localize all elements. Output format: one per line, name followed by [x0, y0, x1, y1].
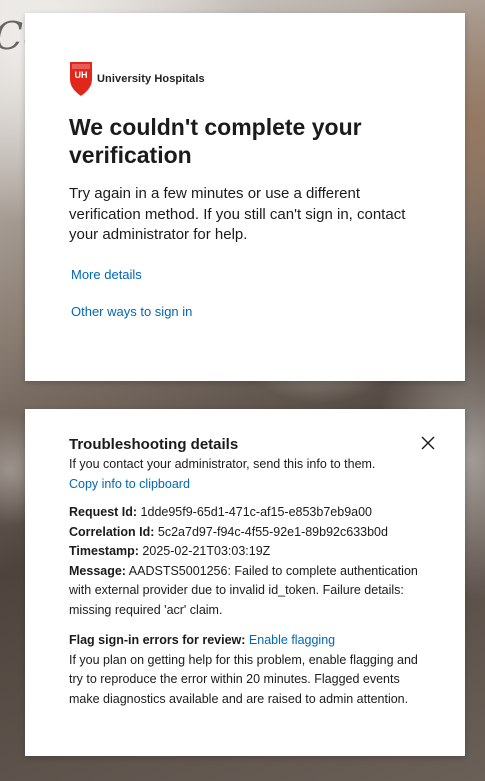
- correlation-id-value: 5c2a7d97-f94c-4f55-92e1-89b92c633b0d: [157, 524, 388, 539]
- timestamp-row: Timestamp: 2025-02-21T03:03:19Z: [69, 542, 421, 562]
- request-id-value: 1dde95f9-65d1-471c-af15-e853b7eb9a00: [140, 505, 372, 519]
- timestamp-value: 2025-02-21T03:03:19Z: [142, 544, 271, 558]
- message-label: Message:: [69, 563, 126, 578]
- other-ways-to-sign-in-link[interactable]: Other ways to sign in: [71, 304, 421, 319]
- organization-name: University Hospitals: [97, 73, 205, 85]
- request-id-label: Request Id:: [69, 505, 138, 519]
- flag-errors-row: Flag sign-in errors for review: Enable f…: [69, 631, 421, 651]
- page-title: We couldn't complete your verification: [69, 114, 362, 168]
- logo-mark: UH: [75, 70, 88, 80]
- flag-errors-label: Flag sign-in errors for review:: [69, 633, 246, 647]
- close-icon[interactable]: [421, 436, 435, 450]
- copy-info-link[interactable]: Copy info to clipboard: [69, 475, 421, 495]
- correlation-id-label: Correlation Id:: [69, 524, 155, 539]
- sign-in-error-card: UH University Hospitals We couldn't comp…: [25, 13, 465, 381]
- error-description: Try again in a few minutes or use a diff…: [69, 185, 406, 243]
- message-row: Message: AADSTS5001256: Failed to comple…: [69, 562, 421, 621]
- troubleshooting-heading: Troubleshooting details: [69, 436, 239, 453]
- flag-errors-description: If you plan on getting help for this pro…: [69, 652, 418, 706]
- troubleshooting-subtext: If you contact your administrator, send …: [69, 457, 376, 471]
- organization-logo: UH University Hospitals: [69, 61, 421, 97]
- more-details-link[interactable]: More details: [71, 267, 421, 282]
- timestamp-label: Timestamp:: [69, 544, 139, 558]
- correlation-id-row: Correlation Id: 5c2a7d97-f94c-4f55-92e1-…: [69, 523, 421, 543]
- uh-shield-icon: UH: [70, 62, 92, 96]
- enable-flagging-link[interactable]: Enable flagging: [249, 633, 335, 647]
- troubleshooting-details-panel: Troubleshooting details If you contact y…: [25, 409, 465, 756]
- request-id-row: Request Id: 1dde95f9-65d1-471c-af15-e853…: [69, 503, 421, 523]
